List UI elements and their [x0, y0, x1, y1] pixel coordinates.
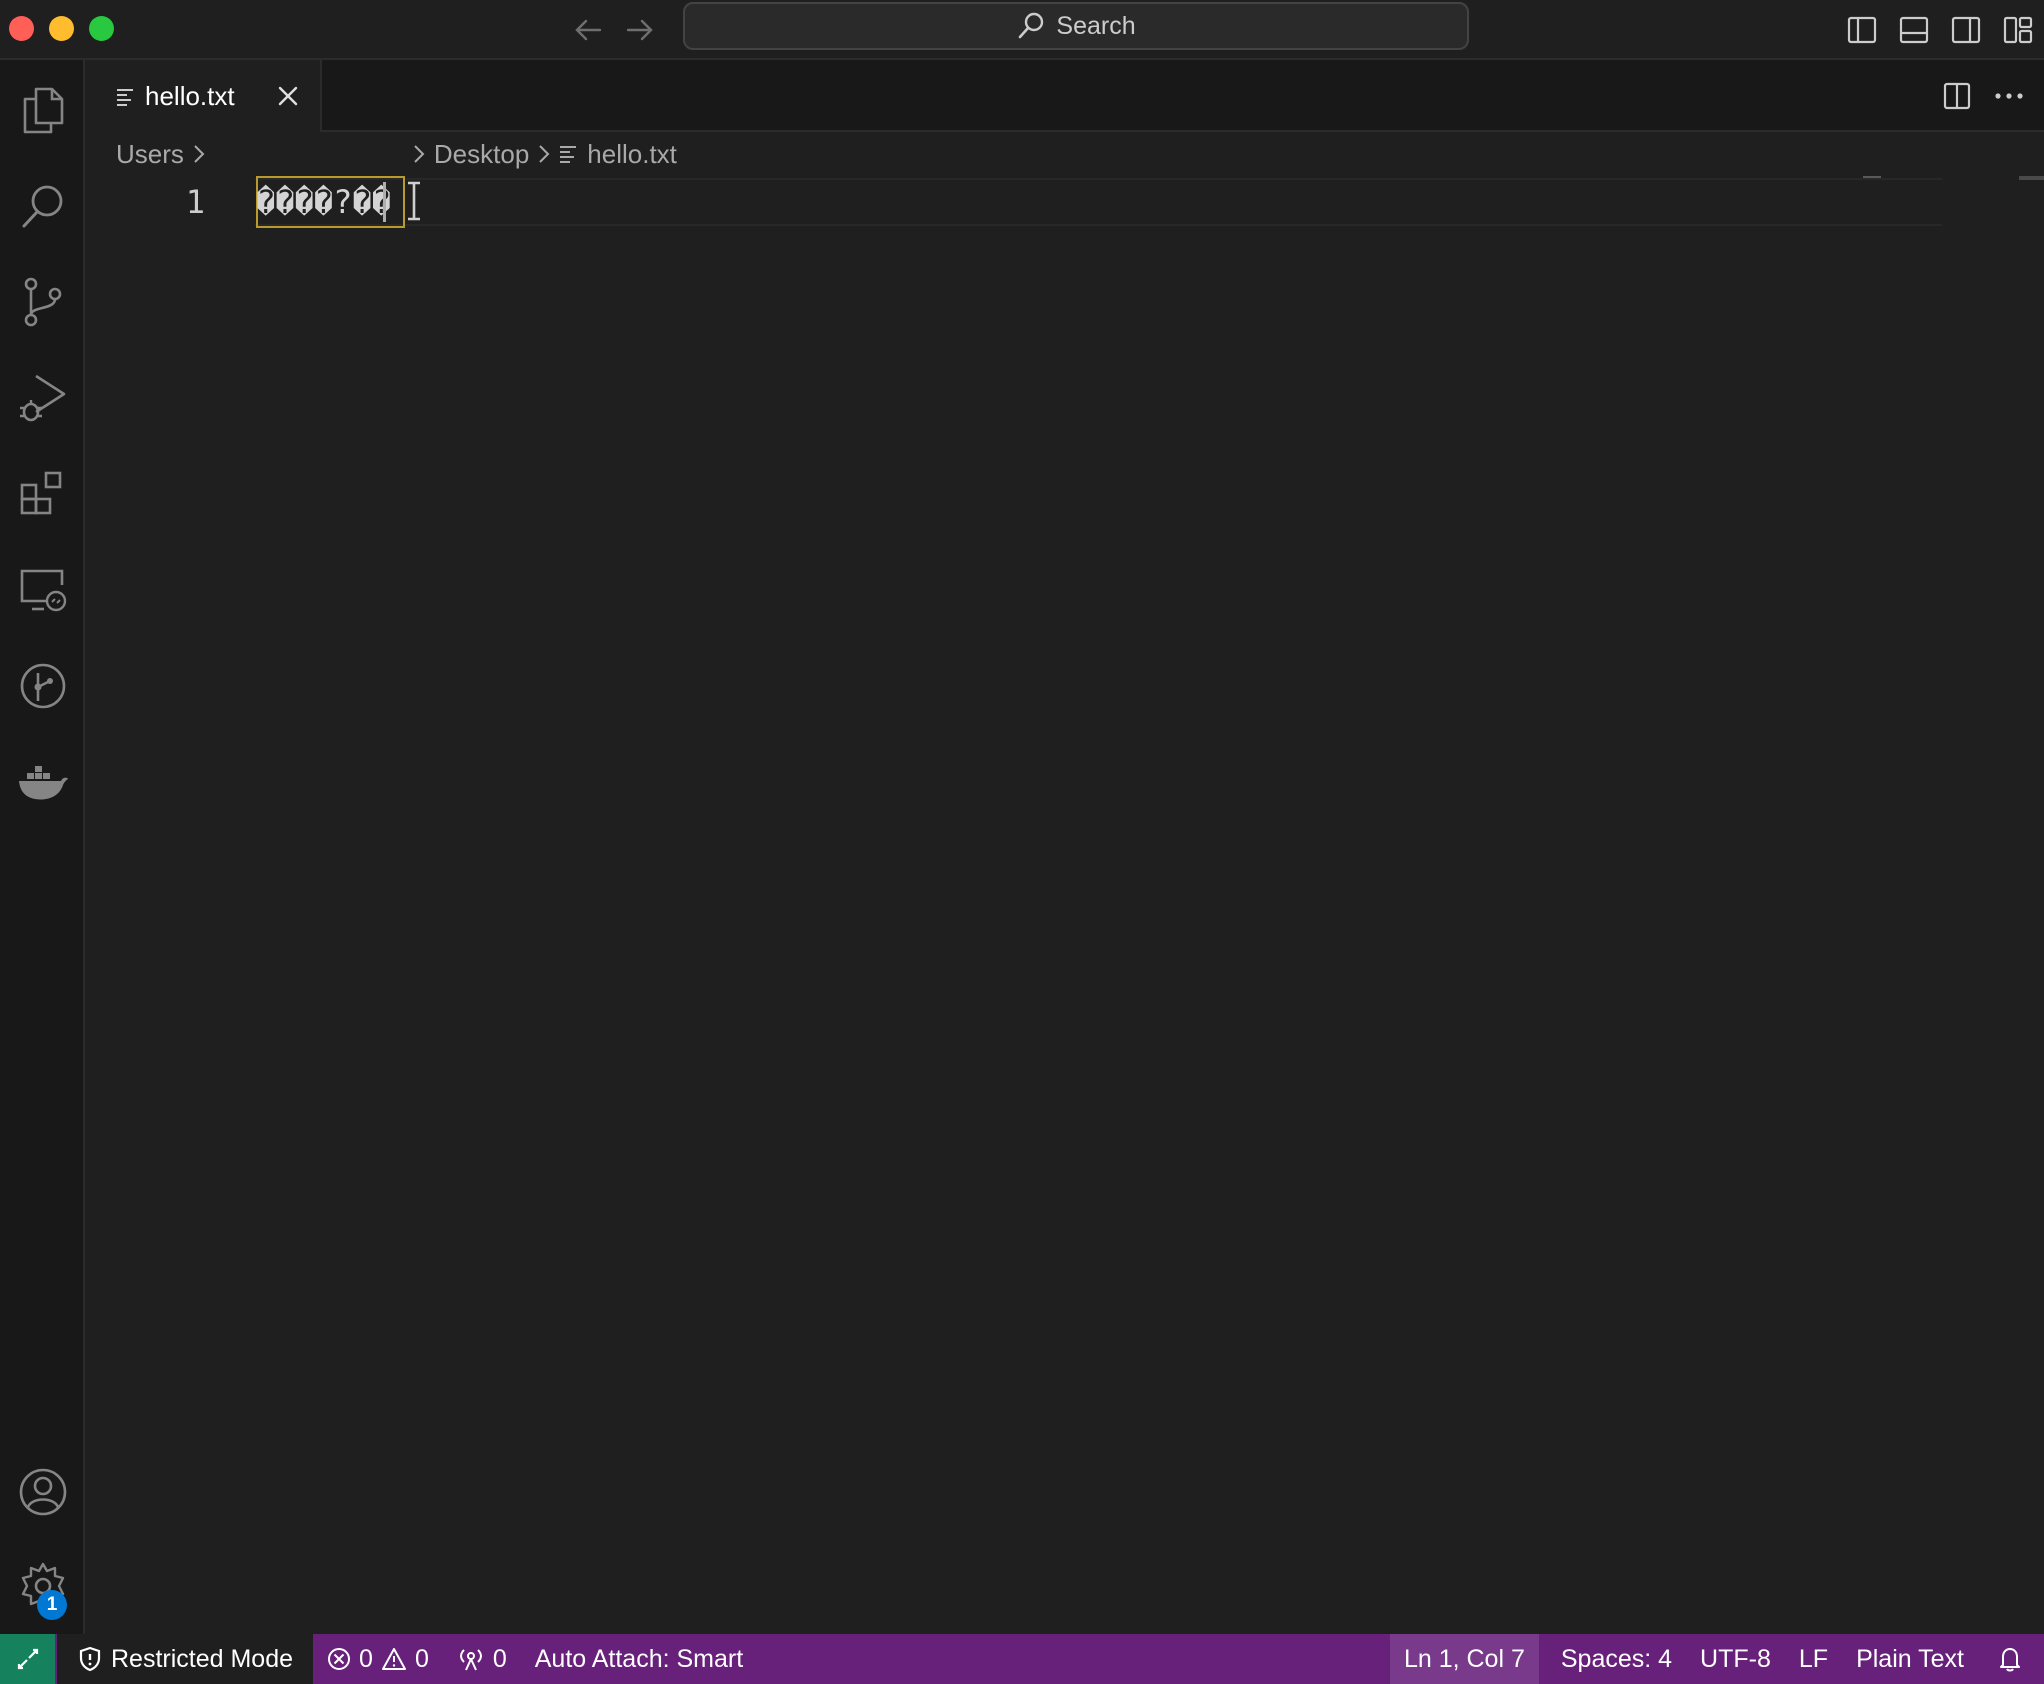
- chevron-right-icon: [412, 144, 426, 164]
- current-line-highlight: [255, 178, 1942, 226]
- activity-bar: 1: [0, 60, 85, 1634]
- shield-icon: [79, 1646, 101, 1672]
- layout-controls: [1836, 12, 2044, 48]
- cursor-position-button[interactable]: Ln 1, Col 7: [1389, 1634, 1539, 1684]
- editor-tab-bar: hello.txt: [85, 60, 2044, 132]
- notifications-button[interactable]: [1978, 1634, 2044, 1684]
- line-number: 1: [185, 183, 205, 221]
- chevron-right-icon: [537, 144, 551, 164]
- remote-icon: [17, 1648, 38, 1670]
- command-center-search[interactable]: Search: [683, 2, 1469, 50]
- indentation-button[interactable]: Spaces: 4: [1547, 1634, 1686, 1684]
- arrow-left-icon: [575, 19, 602, 41]
- status-bar-right: Ln 1, Col 7 Spaces: 4 UTF-8 LF Plain Tex…: [1389, 1634, 2044, 1684]
- toggle-secondary-sidebar-button[interactable]: [1940, 12, 1992, 48]
- restricted-mode-button[interactable]: Restricted Mode: [57, 1634, 314, 1684]
- ibeam-cursor-icon: [408, 181, 420, 221]
- manage-badge: 1: [37, 1590, 67, 1620]
- breadcrumb-users[interactable]: Users: [116, 139, 184, 170]
- window-close-button[interactable]: [9, 16, 34, 41]
- activity-manage[interactable]: 1: [0, 1538, 85, 1634]
- search-icon: [22, 185, 62, 228]
- warning-count: 0: [414, 1644, 429, 1673]
- go-forward-button[interactable]: [622, 12, 658, 48]
- activity-git-graph[interactable]: [0, 638, 85, 734]
- breadcrumb-file-label: hello.txt: [587, 138, 677, 169]
- tab-close-button[interactable]: [270, 78, 306, 114]
- tab-hello-txt[interactable]: hello.txt: [85, 60, 322, 132]
- eol-button[interactable]: LF: [1785, 1634, 1842, 1684]
- auto-attach-button[interactable]: Auto Attach: Smart: [521, 1634, 757, 1684]
- docker-icon: [18, 766, 68, 800]
- scrollbar-thumb[interactable]: [2019, 176, 2044, 180]
- activity-search[interactable]: [0, 158, 85, 254]
- close-icon: [278, 86, 298, 106]
- arrow-right-icon: [626, 19, 653, 41]
- editor-actions: [1936, 78, 2030, 114]
- activity-extensions[interactable]: [0, 446, 85, 542]
- ports-button[interactable]: 0: [443, 1634, 521, 1684]
- window-maximize-button[interactable]: [89, 16, 114, 41]
- git-graph-icon: [20, 663, 65, 709]
- broadcast-icon: [459, 1649, 482, 1671]
- toggle-primary-sidebar-button[interactable]: [1836, 12, 1888, 48]
- window-minimize-button[interactable]: [49, 16, 74, 41]
- sidebar-right-icon: [1951, 16, 1981, 44]
- activity-explorer[interactable]: [0, 62, 85, 158]
- title-bar: Search: [0, 0, 2044, 60]
- extensions-icon: [20, 471, 61, 515]
- breadcrumb: Users Desktop hello.txt: [85, 132, 1985, 176]
- activity-docker[interactable]: [0, 734, 85, 830]
- go-back-button[interactable]: [570, 12, 606, 48]
- search-icon: [1019, 12, 1044, 39]
- customize-layout-button[interactable]: [1992, 12, 2044, 48]
- sidebar-left-icon: [1847, 16, 1877, 44]
- chevron-right-icon: [192, 144, 206, 164]
- ellipsis-icon: [1995, 93, 2023, 99]
- run-debug-icon: [19, 374, 65, 422]
- ports-count: 0: [492, 1644, 507, 1673]
- breadcrumb-file[interactable]: hello.txt: [559, 139, 677, 170]
- restricted-mode-label: Restricted Mode: [111, 1644, 294, 1673]
- layout-customize-icon: [2003, 16, 2033, 44]
- activity-remote-explorer[interactable]: [0, 542, 85, 638]
- remote-indicator-button[interactable]: [0, 1634, 55, 1684]
- breadcrumb-redacted-folder[interactable]: [214, 140, 404, 168]
- activity-source-control[interactable]: [0, 254, 85, 350]
- remote-explorer-icon: [20, 569, 66, 612]
- problems-button[interactable]: 0 0: [313, 1634, 443, 1684]
- source-control-icon: [24, 277, 61, 327]
- code-line[interactable]: ����?��: [256, 178, 391, 226]
- panel-bottom-icon: [1899, 16, 1929, 44]
- split-editor-icon: [1943, 82, 1971, 110]
- activity-accounts[interactable]: [0, 1444, 85, 1540]
- encoding-button[interactable]: UTF-8: [1686, 1634, 1785, 1684]
- text-cursor: [383, 182, 386, 222]
- error-icon: [328, 1648, 351, 1670]
- accounts-icon: [19, 1468, 66, 1516]
- warning-icon: [381, 1648, 406, 1670]
- activity-run-debug[interactable]: [0, 350, 85, 446]
- split-editor-button[interactable]: [1936, 78, 1978, 114]
- error-count: 0: [359, 1644, 373, 1673]
- search-label: Search: [1056, 11, 1136, 40]
- toggle-panel-button[interactable]: [1888, 12, 1940, 48]
- text-file-icon: [560, 146, 577, 163]
- status-bar: Restricted Mode 0 0 0 Auto Attach: Smart…: [0, 1634, 2044, 1684]
- tab-label: hello.txt: [145, 80, 235, 111]
- more-actions-button[interactable]: [1988, 78, 2030, 114]
- breadcrumb-desktop[interactable]: Desktop: [434, 139, 529, 170]
- editor-area[interactable]: 1 ����?��: [85, 176, 2044, 1634]
- explorer-icon: [23, 87, 63, 134]
- language-mode-button[interactable]: Plain Text: [1842, 1634, 1978, 1684]
- text-file-icon: [117, 89, 133, 106]
- bell-icon: [2000, 1648, 2020, 1672]
